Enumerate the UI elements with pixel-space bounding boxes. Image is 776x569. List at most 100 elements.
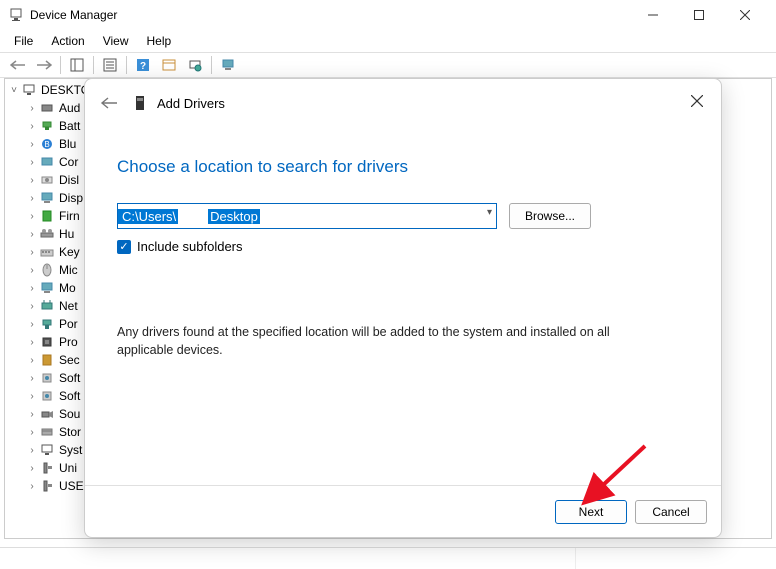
info-text: Any drivers found at the specified locat…: [117, 324, 657, 359]
device-category-icon: [39, 172, 55, 188]
device-category-icon: [39, 262, 55, 278]
tree-item-label: Firn: [59, 209, 80, 223]
device-category-icon: B: [39, 136, 55, 152]
expand-icon[interactable]: ›: [25, 157, 39, 168]
expand-icon[interactable]: ›: [25, 409, 39, 420]
menu-file[interactable]: File: [6, 32, 41, 50]
device-category-icon: [39, 424, 55, 440]
tree-item-label: Cor: [59, 155, 78, 169]
expand-icon[interactable]: ›: [25, 301, 39, 312]
tree-item-label: Disl: [59, 173, 79, 187]
menu-action[interactable]: Action: [43, 32, 92, 50]
device-category-icon: [39, 280, 55, 296]
device-category-icon: [39, 352, 55, 368]
expand-icon[interactable]: ›: [25, 373, 39, 384]
help-button[interactable]: ?: [131, 54, 155, 76]
path-suffix: Desktop: [208, 209, 260, 224]
tree-item-label: USE: [59, 479, 84, 493]
tree-item-label: Uni: [59, 461, 77, 475]
dialog-back-button[interactable]: [97, 91, 121, 115]
expand-icon[interactable]: ›: [25, 193, 39, 204]
tree-root-label: DESKTO: [41, 83, 90, 97]
device-category-icon: [39, 442, 55, 458]
include-subfolders-label: Include subfolders: [137, 239, 243, 254]
menu-bar: File Action View Help: [0, 30, 776, 52]
chevron-down-icon[interactable]: ▾: [487, 207, 492, 218]
minimize-button[interactable]: [630, 0, 676, 30]
tree-item-label: Blu: [59, 137, 76, 151]
device-category-icon: [39, 100, 55, 116]
collapse-icon[interactable]: ˅: [7, 85, 21, 96]
device-category-icon: [39, 226, 55, 242]
expand-icon[interactable]: ›: [25, 211, 39, 222]
tree-item-label: Sec: [59, 353, 80, 367]
tree-item-label: Key: [59, 245, 80, 259]
tree-item-label: Pro: [59, 335, 78, 349]
dialog-close-button[interactable]: [683, 87, 711, 115]
device-category-icon: [39, 406, 55, 422]
include-subfolders-checkbox[interactable]: ✓: [117, 240, 131, 254]
expand-icon[interactable]: ›: [25, 337, 39, 348]
forward-button[interactable]: [32, 54, 56, 76]
maximize-button[interactable]: [676, 0, 722, 30]
tree-item-label: Soft: [59, 371, 80, 385]
expand-icon[interactable]: ›: [25, 445, 39, 456]
tree-item-label: Batt: [59, 119, 80, 133]
device-category-icon: [39, 190, 55, 206]
close-button[interactable]: [722, 0, 768, 30]
expand-icon[interactable]: ›: [25, 121, 39, 132]
cancel-button[interactable]: Cancel: [635, 500, 707, 524]
expand-icon[interactable]: ›: [25, 283, 39, 294]
show-hide-console-tree-button[interactable]: [65, 54, 89, 76]
computer-icon: [21, 82, 37, 98]
properties-button[interactable]: [98, 54, 122, 76]
device-category-icon: [39, 460, 55, 476]
window-title: Device Manager: [30, 8, 630, 22]
expand-icon[interactable]: ›: [25, 481, 39, 492]
expand-icon[interactable]: ›: [25, 427, 39, 438]
device-category-icon: [39, 370, 55, 386]
device-category-icon: [39, 118, 55, 134]
dialog-title: Add Drivers: [157, 96, 225, 111]
status-bar: [0, 547, 776, 569]
browse-button[interactable]: Browse...: [509, 203, 591, 229]
toolbar: ?: [0, 52, 776, 78]
driver-icon: [131, 94, 149, 112]
next-button[interactable]: Next: [555, 500, 627, 524]
device-category-icon: [39, 244, 55, 260]
expand-icon[interactable]: ›: [25, 355, 39, 366]
device-category-icon: [39, 478, 55, 494]
path-prefix: C:\Users\: [118, 209, 178, 224]
scan-hardware-button[interactable]: [183, 54, 207, 76]
expand-icon[interactable]: ›: [25, 229, 39, 240]
device-category-icon: [39, 298, 55, 314]
add-drivers-dialog: Add Drivers Choose a location to search …: [84, 78, 722, 538]
tree-item-label: Aud: [59, 101, 80, 115]
tree-item-label: Net: [59, 299, 78, 313]
back-button[interactable]: [6, 54, 30, 76]
expand-icon[interactable]: ›: [25, 103, 39, 114]
menu-view[interactable]: View: [95, 32, 137, 50]
toolbar-icon-1[interactable]: [157, 54, 181, 76]
device-category-icon: [39, 334, 55, 350]
expand-icon[interactable]: ›: [25, 265, 39, 276]
expand-icon[interactable]: ›: [25, 175, 39, 186]
expand-icon[interactable]: ›: [25, 319, 39, 330]
svg-text:?: ?: [140, 61, 146, 72]
menu-help[interactable]: Help: [139, 32, 180, 50]
expand-icon[interactable]: ›: [25, 247, 39, 258]
expand-icon[interactable]: ›: [25, 139, 39, 150]
dialog-header: Add Drivers: [85, 79, 721, 127]
devices-and-printers-button[interactable]: [216, 54, 240, 76]
expand-icon[interactable]: ›: [25, 463, 39, 474]
path-combo[interactable]: C:\Users\ Desktop ▾: [117, 203, 497, 229]
tree-item-label: Mo: [59, 281, 76, 295]
tree-item-label: Por: [59, 317, 78, 331]
device-category-icon: [39, 388, 55, 404]
tree-item-label: Stor: [59, 425, 81, 439]
title-bar: Device Manager: [0, 0, 776, 30]
device-category-icon: [39, 154, 55, 170]
app-icon: [8, 7, 24, 23]
tree-item-label: Soft: [59, 389, 80, 403]
expand-icon[interactable]: ›: [25, 391, 39, 402]
